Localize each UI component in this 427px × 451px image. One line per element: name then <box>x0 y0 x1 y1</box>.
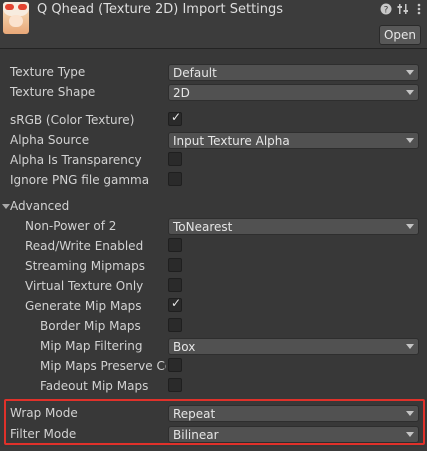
texture-type-label: Texture Type <box>10 65 86 79</box>
virtual-texture-checkbox[interactable] <box>168 278 182 292</box>
more-icon[interactable] <box>413 3 425 15</box>
open-button[interactable]: Open <box>379 25 421 45</box>
alpha-source-label: Alpha Source <box>10 133 90 147</box>
fadeout-mipmaps-label: Fadeout Mip Maps <box>40 379 149 393</box>
mipmaps-preserve-coverage-checkbox[interactable] <box>168 358 182 372</box>
chevron-down-icon <box>406 90 414 95</box>
inspector-title: Q Qhead (Texture 2D) Import Settings <box>37 2 284 17</box>
inspector-header: Q Qhead (Texture 2D) Import Settings ? O… <box>0 0 427 49</box>
texture-shape-dropdown[interactable]: 2D <box>168 84 419 101</box>
non-power-of-2-dropdown[interactable]: ToNearest <box>168 218 419 235</box>
chevron-down-icon <box>406 411 414 416</box>
border-mipmaps-checkbox[interactable] <box>168 318 182 332</box>
next-row-partial <box>0 447 427 451</box>
filter-mode-dropdown[interactable]: Bilinear <box>168 426 419 443</box>
read-write-checkbox[interactable] <box>168 238 182 252</box>
generate-mipmaps-checkbox[interactable]: ✓ <box>168 296 182 312</box>
wrap-mode-value: Repeat <box>173 407 216 421</box>
texture-type-value: Default <box>173 66 217 80</box>
foldout-arrow-icon[interactable] <box>2 204 10 209</box>
streaming-mipmaps-checkbox[interactable] <box>168 258 182 272</box>
chevron-down-icon <box>406 138 414 143</box>
srgb-label: sRGB (Color Texture) <box>10 113 135 127</box>
alpha-source-value: Input Texture Alpha <box>173 134 290 148</box>
checkmark-icon: ✓ <box>170 110 182 124</box>
non-power-of-2-label: Non-Power of 2 <box>25 219 117 233</box>
virtual-texture-label: Virtual Texture Only <box>25 279 144 293</box>
texture-thumbnail <box>3 2 29 34</box>
streaming-mipmaps-label: Streaming Mipmaps <box>25 259 146 273</box>
border-mipmaps-label: Border Mip Maps <box>40 319 141 333</box>
texture-shape-label: Texture Shape <box>10 85 96 99</box>
texture-shape-value: 2D <box>173 86 190 100</box>
alpha-source-dropdown[interactable]: Input Texture Alpha <box>168 132 419 149</box>
mipmap-filtering-label: Mip Map Filtering <box>40 339 143 353</box>
read-write-label: Read/Write Enabled <box>25 239 144 253</box>
ignore-png-gamma-checkbox[interactable] <box>168 172 182 186</box>
srgb-checkbox[interactable]: ✓ <box>168 110 182 126</box>
chevron-down-icon <box>406 224 414 229</box>
chevron-down-icon <box>406 344 414 349</box>
mipmap-filtering-value: Box <box>173 340 196 354</box>
wrap-mode-label: Wrap Mode <box>10 406 78 420</box>
preset-icon[interactable] <box>397 3 409 15</box>
alpha-transparency-checkbox[interactable] <box>168 152 182 166</box>
filter-mode-label: Filter Mode <box>10 427 77 441</box>
wrap-mode-dropdown[interactable]: Repeat <box>168 405 419 422</box>
checkmark-icon: ✓ <box>170 296 182 310</box>
ignore-png-gamma-label: Ignore PNG file gamma <box>10 173 150 187</box>
fadeout-mipmaps-checkbox[interactable] <box>168 378 182 392</box>
texture-type-dropdown[interactable]: Default <box>168 64 419 81</box>
advanced-foldout-label[interactable]: Advanced <box>10 199 69 213</box>
generate-mipmaps-label: Generate Mip Maps <box>25 299 142 313</box>
mipmaps-preserve-coverage-label: Mip Maps Preserve Co <box>40 359 166 373</box>
filter-mode-value: Bilinear <box>173 428 219 442</box>
mipmap-filtering-dropdown[interactable]: Box <box>168 338 419 355</box>
help-icon[interactable]: ? <box>380 3 392 16</box>
chevron-down-icon <box>406 432 414 437</box>
chevron-down-icon <box>406 70 414 75</box>
alpha-transparency-label: Alpha Is Transparency <box>10 153 142 167</box>
svg-text:?: ? <box>384 6 389 16</box>
non-power-of-2-value: ToNearest <box>173 220 233 234</box>
